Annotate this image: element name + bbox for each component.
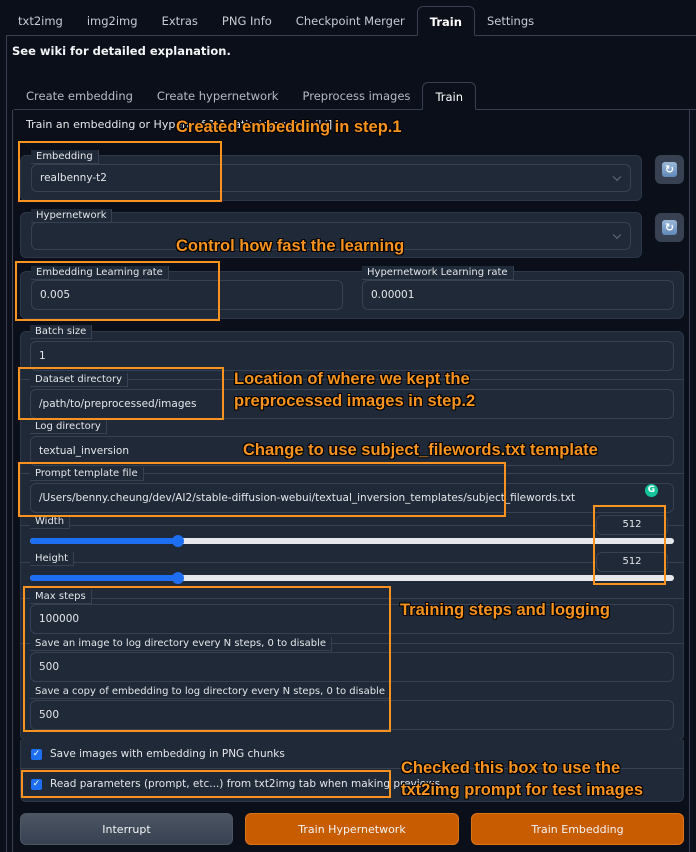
chevron-down-icon bbox=[612, 172, 622, 182]
tab-checkpoint-merger[interactable]: Checkpoint Merger bbox=[284, 6, 417, 36]
tab-settings[interactable]: Settings bbox=[475, 6, 546, 36]
height-slider-fill bbox=[30, 575, 179, 581]
height-number-input[interactable]: 512 bbox=[596, 552, 668, 572]
save-embedding-every-value: 500 bbox=[39, 709, 60, 721]
dataset-dir-input[interactable]: /path/to/preprocessed/images bbox=[30, 389, 674, 419]
save-embedding-every-label: Save a copy of embedding to log director… bbox=[30, 685, 391, 699]
refresh-icon: ↻ bbox=[662, 162, 677, 177]
embedding-block: Embedding realbenny-t2 bbox=[20, 150, 642, 201]
log-dir-label: Log directory bbox=[30, 420, 107, 434]
save-png-chunks-checkbox[interactable]: ✓ bbox=[31, 748, 42, 760]
dataset-dir-label: Dataset directory bbox=[30, 373, 129, 387]
train-hypernetwork-button[interactable]: Train Hypernetwork bbox=[245, 813, 459, 845]
max-steps-label: Max steps bbox=[30, 590, 92, 604]
read-params-option[interactable]: ✓ Read parameters (prompt, etc...) from … bbox=[31, 778, 440, 790]
tab-png-info[interactable]: PNG Info bbox=[210, 6, 284, 36]
dataset-dir-value: /path/to/preprocessed/images bbox=[39, 398, 197, 410]
batch-size-value: 1 bbox=[39, 350, 46, 362]
save-image-every-value: 500 bbox=[39, 661, 60, 673]
embedding-lr-value: 0.005 bbox=[40, 289, 71, 301]
chevron-down-icon bbox=[612, 230, 622, 240]
height-slider-thumb[interactable] bbox=[172, 572, 185, 584]
save-png-chunks-label: Save images with embedding in PNG chunks bbox=[50, 748, 285, 760]
batch-size-input[interactable]: 1 bbox=[30, 341, 674, 371]
top-tab-bar: txt2img img2img Extras PNG Info Checkpoi… bbox=[6, 6, 696, 36]
save-image-every-input[interactable]: 500 bbox=[30, 652, 674, 682]
tab-extras[interactable]: Extras bbox=[150, 6, 210, 36]
wiki-note: See wiki for detailed explanation. bbox=[12, 44, 231, 58]
sub-tab-bar: Create embedding Create hypernetwork Pre… bbox=[14, 82, 696, 110]
embedding-value: realbenny-t2 bbox=[40, 172, 107, 184]
embedding-dropdown[interactable]: realbenny-t2 bbox=[31, 164, 631, 192]
read-params-label: Read parameters (prompt, etc...) from tx… bbox=[50, 778, 441, 790]
subtab-create-hypernetwork[interactable]: Create hypernetwork bbox=[145, 82, 291, 110]
hypernetwork-dropdown[interactable] bbox=[31, 222, 631, 250]
width-slider[interactable] bbox=[30, 535, 674, 547]
hypernetwork-lr-value: 0.00001 bbox=[371, 289, 415, 301]
refresh-embedding-button[interactable]: ↻ bbox=[655, 155, 684, 184]
log-dir-value: textual_inversion bbox=[39, 445, 130, 457]
learning-rate-block: Embedding Learning rate 0.005 Hypernetwo… bbox=[20, 266, 684, 319]
subtab-preprocess-images[interactable]: Preprocess images bbox=[290, 82, 422, 110]
divider bbox=[20, 525, 684, 526]
height-label: Height bbox=[30, 552, 75, 566]
embedding-lr-label: Embedding Learning rate bbox=[31, 266, 169, 280]
refresh-icon: ↻ bbox=[662, 220, 677, 235]
width-slider-fill bbox=[30, 538, 179, 544]
refresh-hypernetwork-button[interactable]: ↻ bbox=[655, 213, 684, 242]
batch-size-label: Batch size bbox=[30, 325, 93, 339]
embedding-label: Embedding bbox=[31, 150, 99, 164]
read-params-checkbox[interactable]: ✓ bbox=[31, 778, 42, 790]
hypernetwork-label: Hypernetwork bbox=[31, 209, 113, 223]
divider bbox=[20, 768, 684, 769]
hypernetwork-lr-input[interactable]: 0.00001 bbox=[362, 280, 674, 310]
train-description: Train an embedding or Hyperr of 1:1 rati… bbox=[26, 118, 333, 131]
prompt-template-value: /Users/benny.cheung/dev/AI2/stable-diffu… bbox=[39, 492, 576, 504]
tab-txt2img[interactable]: txt2img bbox=[6, 6, 75, 36]
width-slider-thumb[interactable] bbox=[172, 535, 185, 547]
subtab-train[interactable]: Train bbox=[422, 82, 477, 110]
log-dir-input[interactable]: textual_inversion bbox=[30, 436, 674, 466]
height-slider[interactable] bbox=[30, 572, 674, 584]
tab-img2img[interactable]: img2img bbox=[75, 6, 150, 36]
embedding-lr-input[interactable]: 0.005 bbox=[31, 280, 343, 310]
train-embedding-button[interactable]: Train Embedding bbox=[471, 813, 684, 845]
save-png-chunks-option[interactable]: ✓ Save images with embedding in PNG chun… bbox=[31, 748, 285, 760]
tab-train[interactable]: Train bbox=[416, 6, 475, 36]
hypernetwork-lr-label: Hypernetwork Learning rate bbox=[362, 266, 514, 280]
prompt-template-label: Prompt template file bbox=[30, 467, 144, 481]
max-steps-value: 100000 bbox=[39, 613, 80, 625]
interrupt-button[interactable]: Interrupt bbox=[20, 813, 233, 845]
subtab-create-embedding[interactable]: Create embedding bbox=[14, 82, 145, 110]
width-label: Width bbox=[30, 515, 71, 529]
grammarly-icon[interactable]: G bbox=[645, 484, 658, 497]
hypernetwork-block: Hypernetwork bbox=[20, 209, 642, 258]
divider bbox=[20, 598, 684, 599]
divider bbox=[20, 562, 684, 563]
width-number-input[interactable]: 512 bbox=[596, 515, 668, 535]
max-steps-input[interactable]: 100000 bbox=[30, 604, 674, 634]
save-image-every-label: Save an image to log directory every N s… bbox=[30, 637, 333, 651]
save-embedding-every-input[interactable]: 500 bbox=[30, 700, 674, 730]
prompt-template-input[interactable]: /Users/benny.cheung/dev/AI2/stable-diffu… bbox=[30, 483, 674, 513]
